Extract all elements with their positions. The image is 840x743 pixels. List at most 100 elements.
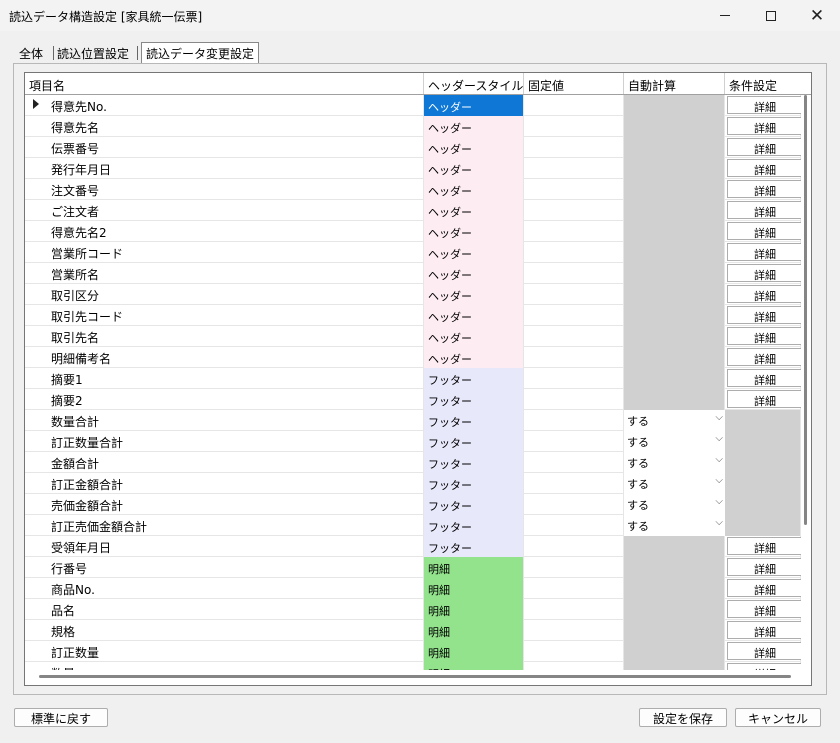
detail-button[interactable]: 詳細 (727, 348, 801, 366)
style-cell[interactable]: ヘッダー (424, 158, 524, 179)
table-row[interactable]: 受領年月日 フッター 詳細 (25, 536, 801, 557)
table-row[interactable]: 営業所名 ヘッダー 詳細 (25, 263, 801, 284)
table-row[interactable]: 品名 明細 詳細 (25, 599, 801, 620)
fixed-value-cell[interactable] (524, 158, 624, 179)
auto-calc-select[interactable]: する ⌵ (624, 515, 725, 536)
auto-calc-cell[interactable]: する ⌵ (624, 515, 725, 536)
tab-read-position[interactable]: 読込位置設定 (57, 43, 129, 63)
fixed-value-cell[interactable] (524, 641, 624, 662)
style-cell[interactable]: 明細 (424, 557, 524, 578)
style-cell[interactable]: ヘッダー (424, 221, 524, 242)
reset-default-button[interactable]: 標準に戻す (14, 708, 108, 727)
style-cell[interactable]: ヘッダー (424, 305, 524, 326)
minimize-button[interactable] (702, 0, 748, 31)
close-button[interactable]: ✕ (794, 0, 840, 31)
auto-calc-select[interactable]: する ⌵ (624, 452, 725, 473)
style-cell[interactable]: 明細 (424, 620, 524, 641)
fixed-value-cell[interactable] (524, 368, 624, 389)
style-cell[interactable]: フッター (424, 452, 524, 473)
style-cell[interactable]: ヘッダー (424, 284, 524, 305)
auto-calc-select[interactable]: する ⌵ (624, 410, 725, 431)
fixed-value-cell[interactable] (524, 347, 624, 368)
detail-button[interactable]: 詳細 (727, 621, 801, 639)
horizontal-scrollbar[interactable] (25, 670, 811, 685)
column-header-auto[interactable]: 自動計算 (624, 73, 725, 94)
auto-calc-cell[interactable]: する ⌵ (624, 452, 725, 473)
detail-button[interactable]: 詳細 (727, 558, 801, 576)
detail-button[interactable]: 詳細 (727, 642, 801, 660)
fixed-value-cell[interactable] (524, 116, 624, 137)
detail-button[interactable]: 詳細 (727, 285, 801, 303)
fixed-value-cell[interactable] (524, 620, 624, 641)
table-row[interactable]: 発行年月日 ヘッダー 詳細 (25, 158, 801, 179)
auto-calc-cell[interactable]: する ⌵ (624, 410, 725, 431)
detail-button[interactable]: 詳細 (727, 180, 801, 198)
table-row[interactable]: 訂正金額合計 フッター する ⌵ (25, 473, 801, 494)
style-cell[interactable]: フッター (424, 494, 524, 515)
vertical-scroll-thumb[interactable] (804, 95, 807, 525)
detail-button[interactable]: 詳細 (727, 117, 801, 135)
table-row[interactable]: 取引先名 ヘッダー 詳細 (25, 326, 801, 347)
style-cell[interactable]: フッター (424, 536, 524, 557)
table-row[interactable]: 訂正数量合計 フッター する ⌵ (25, 431, 801, 452)
table-row[interactable]: 伝票番号 ヘッダー 詳細 (25, 137, 801, 158)
table-row[interactable]: 摘要1 フッター 詳細 (25, 368, 801, 389)
cancel-button[interactable]: キャンセル (735, 708, 821, 727)
maximize-button[interactable] (748, 0, 794, 31)
table-row[interactable]: 取引先コード ヘッダー 詳細 (25, 305, 801, 326)
fixed-value-cell[interactable] (524, 389, 624, 410)
table-row[interactable]: 明細備考名 ヘッダー 詳細 (25, 347, 801, 368)
detail-button[interactable]: 詳細 (727, 663, 801, 670)
fixed-value-cell[interactable] (524, 536, 624, 557)
detail-button[interactable]: 詳細 (727, 600, 801, 618)
table-row[interactable]: 訂正数量 明細 詳細 (25, 641, 801, 662)
column-header-style[interactable]: ヘッダースタイル (424, 73, 524, 94)
table-row[interactable]: 営業所コード ヘッダー 詳細 (25, 242, 801, 263)
fixed-value-cell[interactable] (524, 557, 624, 578)
fixed-value-cell[interactable] (524, 473, 624, 494)
column-header-fixed[interactable]: 固定値 (524, 73, 624, 94)
style-cell[interactable]: フッター (424, 368, 524, 389)
tab-general[interactable]: 全体 (19, 43, 43, 63)
fixed-value-cell[interactable] (524, 263, 624, 284)
chevron-down-icon[interactable]: ⌵ (715, 433, 723, 444)
detail-button[interactable]: 詳細 (727, 264, 801, 282)
style-cell[interactable]: ヘッダー (424, 116, 524, 137)
detail-button[interactable]: 詳細 (727, 96, 801, 114)
detail-button[interactable]: 詳細 (727, 306, 801, 324)
fixed-value-cell[interactable] (524, 431, 624, 452)
auto-calc-cell[interactable]: する ⌵ (624, 431, 725, 452)
style-cell[interactable]: ヘッダー (424, 326, 524, 347)
auto-calc-select[interactable]: する ⌵ (624, 431, 725, 452)
detail-button[interactable]: 詳細 (727, 579, 801, 597)
style-cell[interactable]: ヘッダー (424, 263, 524, 284)
fixed-value-cell[interactable] (524, 137, 624, 158)
table-row[interactable]: 得意先名2 ヘッダー 詳細 (25, 221, 801, 242)
table-row[interactable]: 摘要2 フッター 詳細 (25, 389, 801, 410)
style-cell[interactable]: ヘッダー (424, 347, 524, 368)
fixed-value-cell[interactable] (524, 452, 624, 473)
table-row[interactable]: 規格 明細 詳細 (25, 620, 801, 641)
fixed-value-cell[interactable] (524, 494, 624, 515)
chevron-down-icon[interactable]: ⌵ (715, 454, 723, 465)
chevron-down-icon[interactable]: ⌵ (715, 517, 723, 528)
table-row[interactable]: 取引区分 ヘッダー 詳細 (25, 284, 801, 305)
horizontal-scroll-thumb[interactable] (39, 675, 791, 678)
fixed-value-cell[interactable] (524, 200, 624, 221)
fixed-value-cell[interactable] (524, 326, 624, 347)
table-row[interactable]: 得意先No. ヘッダー 詳細 (25, 95, 801, 116)
chevron-down-icon[interactable]: ⌵ (715, 412, 723, 423)
style-cell[interactable]: フッター (424, 431, 524, 452)
detail-button[interactable]: 詳細 (727, 369, 801, 387)
vertical-scrollbar[interactable] (801, 95, 811, 670)
fixed-value-cell[interactable] (524, 410, 624, 431)
table-row[interactable]: 訂正売価金額合計 フッター する ⌵ (25, 515, 801, 536)
detail-button[interactable]: 詳細 (727, 327, 801, 345)
table-row[interactable]: 金額合計 フッター する ⌵ (25, 452, 801, 473)
table-row[interactable]: 数量明細 詳細 (25, 662, 801, 670)
fixed-value-cell[interactable] (524, 179, 624, 200)
detail-button[interactable]: 詳細 (727, 159, 801, 177)
table-row[interactable]: 数量合計 フッター する ⌵ (25, 410, 801, 431)
detail-button[interactable]: 詳細 (727, 138, 801, 156)
table-row[interactable]: 注文番号 ヘッダー 詳細 (25, 179, 801, 200)
